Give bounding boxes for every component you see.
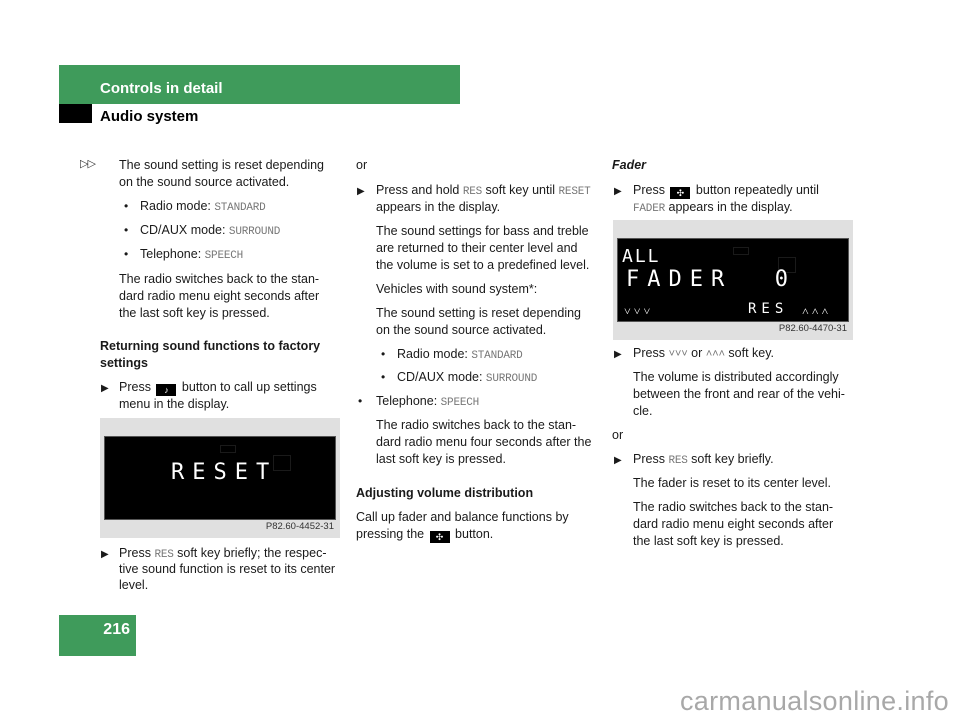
mode-item: Radio mode: STANDARD: [140, 199, 266, 214]
softkey-res-label: RES: [748, 301, 789, 317]
paragraph-line: between the front and rear of the vehi-: [633, 387, 845, 401]
fader-display-figure: ALL FADER 0 ˅˅˅ RES ˄˄˄ P82.60-4470-31: [613, 220, 853, 340]
step-line: menu in the display.: [119, 397, 230, 411]
mode-item: Telephone: SPEECH: [140, 247, 244, 262]
fader-balance-button-icon: ✣: [429, 531, 450, 543]
paragraph-line: The fader is reset to its center level.: [633, 476, 832, 490]
step-arrow-icon: ▶: [614, 455, 622, 466]
paragraph-line: The sound settings for bass and treble: [376, 224, 589, 238]
paragraph-line: last soft key is pressed.: [376, 452, 506, 466]
or-text: or: [612, 428, 624, 442]
or-text: or: [356, 158, 368, 172]
bullet-icon: •: [358, 394, 363, 408]
paragraph-line: the last soft key is pressed.: [633, 534, 784, 548]
section-heading: Fader: [612, 158, 647, 172]
subsection-title: Audio system: [100, 108, 199, 125]
paragraph-line: dard radio menu four seconds after the: [376, 435, 592, 449]
figure-code: P82.60-4452-31: [265, 520, 334, 532]
reset-display-figure: RESET P82.60-4452-31: [100, 418, 340, 538]
page-number: 216: [103, 621, 130, 638]
step-arrow-icon: ▶: [357, 186, 365, 197]
step-line: Press RES soft key briefly.: [633, 452, 774, 467]
lcd-screen: RESET: [104, 436, 336, 520]
paragraph-line: cle.: [633, 404, 653, 418]
paragraph-line: pressing the ✣ button.: [356, 527, 494, 543]
bullet-icon: •: [124, 199, 129, 213]
intro-line: on the sound source activated.: [119, 175, 290, 189]
step-line: level.: [119, 578, 149, 592]
mode-item: Radio mode: STANDARD: [397, 347, 523, 362]
paragraph-line: The sound setting is reset depending: [376, 306, 581, 320]
section-heading: Adjusting volume distribution: [356, 486, 534, 500]
figure-code: P82.60-4470-31: [778, 322, 847, 334]
paragraph-line: are returned to their center level and: [376, 241, 578, 255]
bullet-icon: •: [124, 223, 129, 237]
mode-item: CD/AUX mode: SURROUND: [140, 223, 281, 238]
paragraph-line: The radio switches back to the stan-: [376, 418, 577, 432]
paragraph-line: The volume is distributed accordingly: [633, 370, 839, 384]
paragraph-line: on the sound source activated.: [376, 323, 547, 337]
paragraph-line: The radio switches back to the stan-: [119, 272, 320, 286]
paragraph-line: dard radio menu eight seconds after: [633, 517, 834, 531]
intro-line: The sound setting is reset depending: [119, 158, 324, 172]
paragraph-line: Call up fader and balance functions by: [356, 510, 569, 524]
settings-button-icon: ♪: [156, 384, 177, 396]
step-arrow-icon: ▶: [101, 549, 109, 560]
step-line: Press ˅˅˅ or ˄˄˄ soft key.: [633, 346, 775, 361]
fader-balance-button-icon: ✣: [670, 187, 691, 199]
section-title: Controls in detail: [100, 80, 223, 97]
softkey-up-label: ˄˄˄: [802, 304, 832, 318]
step-arrow-icon: ▶: [101, 383, 109, 394]
bullet-icon: •: [381, 347, 386, 361]
step-line: Press ♪ button to call up settings: [119, 380, 317, 396]
paragraph-line: the last soft key is pressed.: [119, 306, 270, 320]
step-line: Press and hold RES soft key until RESET: [376, 183, 591, 198]
step-line: appears in the display.: [376, 200, 501, 214]
paragraph-line: The radio switches back to the stan-: [633, 500, 834, 514]
lcd-line-fader: FADER 0: [626, 267, 796, 292]
continuation-icon: ▷▷: [80, 158, 96, 170]
subsection-marker: [59, 104, 92, 123]
section-heading: Returning sound functions to factory: [100, 339, 321, 353]
bullet-icon: •: [381, 370, 386, 384]
lcd-reset-text: RESET: [171, 460, 278, 485]
softkey-down-label: ˅˅˅: [624, 304, 654, 318]
section-heading: settings: [100, 356, 148, 370]
step-arrow-icon: ▶: [614, 186, 622, 197]
page-number-box: 216: [59, 615, 136, 656]
mode-item: Telephone: SPEECH: [376, 394, 480, 409]
step-arrow-icon: ▶: [614, 349, 622, 360]
mode-item: CD/AUX mode: SURROUND: [397, 370, 538, 385]
paragraph-line: dard radio menu eight seconds after: [119, 289, 320, 303]
bullet-icon: •: [124, 247, 129, 261]
lcd-line-all: ALL: [622, 246, 661, 267]
lcd-screen: ALL FADER 0 ˅˅˅ RES ˄˄˄: [617, 238, 849, 322]
step-line: tive sound function is reset to its cent…: [119, 562, 336, 576]
step-line: Press ✣ button repeatedly until: [633, 183, 819, 199]
watermark-link[interactable]: carmanualsonline.info: [680, 686, 949, 717]
step-line: FADER appears in the display.: [633, 200, 793, 215]
paragraph-line: Vehicles with sound system*:: [376, 282, 538, 296]
paragraph-line: the volume is set to a predefined level.: [376, 258, 590, 272]
